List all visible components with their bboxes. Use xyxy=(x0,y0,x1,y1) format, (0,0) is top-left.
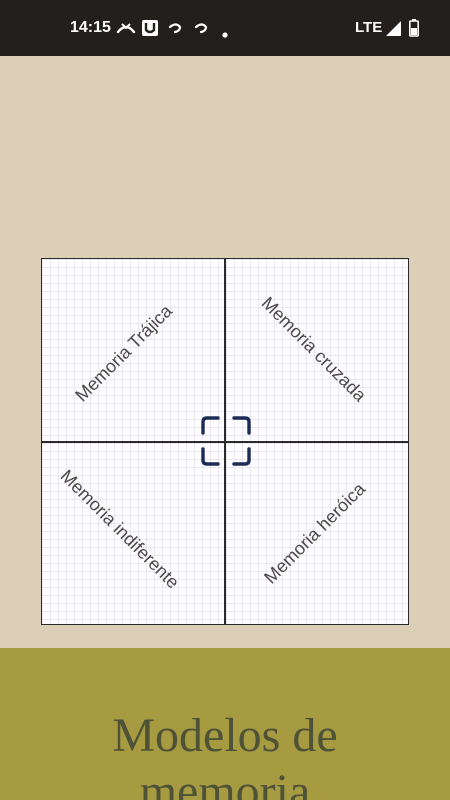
quadrant-label-bottom-left: Memoria indiferente xyxy=(56,465,184,593)
focus-frame-icon[interactable] xyxy=(200,415,252,472)
status-bar: 14:15 LTE xyxy=(0,0,450,56)
page-title: Modelos de memoria xyxy=(0,708,450,800)
quadrant-label-top-right: Memoria cruzada xyxy=(257,292,371,406)
quadrant-label-top-left: Memoria Trájica xyxy=(71,300,176,406)
title-banner: Modelos de memoria xyxy=(0,648,450,800)
memory-models-diagram: Memoria Trájica Memoria cruzada Memoria … xyxy=(41,258,409,625)
dot-icon xyxy=(222,25,228,43)
quadrant-label-bottom-right: Memoria heróica xyxy=(260,478,370,588)
u-app-icon xyxy=(142,20,158,41)
battery-icon xyxy=(409,19,419,42)
notification-icon xyxy=(194,22,210,40)
network-type: LTE xyxy=(355,19,383,36)
status-time: 14:15 xyxy=(70,19,111,36)
missed-call-icon xyxy=(116,20,136,41)
notification-icon xyxy=(168,22,184,40)
page-title-line-2: memoria xyxy=(139,765,311,800)
signal-icon xyxy=(386,21,401,41)
page-title-line-1: Modelos de xyxy=(112,709,338,762)
